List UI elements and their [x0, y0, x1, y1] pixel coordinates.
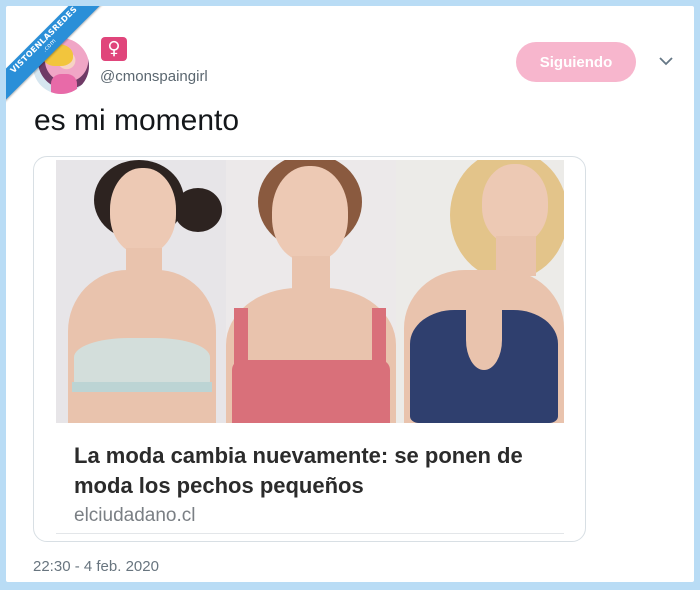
- watermark-ribbon: VISTOENLASREDES .com: [6, 6, 116, 116]
- following-button[interactable]: Siguiendo: [516, 42, 636, 82]
- link-preview-card[interactable]: La moda cambia nuevamente: se ponen de m…: [33, 156, 586, 542]
- chevron-down-icon[interactable]: [658, 53, 674, 69]
- preview-image: [56, 160, 564, 423]
- author-handle[interactable]: @cmonspaingirl: [100, 68, 208, 85]
- photo-left: [56, 160, 226, 423]
- tweet-card: VISTOENLASREDES .com ♀ @cmonspaingirl Si…: [6, 6, 694, 582]
- watermark-text: VISTOENLASREDES: [8, 6, 79, 75]
- link-headline[interactable]: La moda cambia nuevamente: se ponen de m…: [74, 441, 554, 501]
- photo-right: [396, 160, 564, 423]
- tweet-timestamp[interactable]: 22:30 - 4 feb. 2020: [33, 558, 159, 575]
- link-domain: elciudadano.cl: [74, 505, 196, 526]
- preview-caption: La moda cambia nuevamente: se ponen de m…: [56, 423, 564, 534]
- photo-center: [226, 160, 396, 423]
